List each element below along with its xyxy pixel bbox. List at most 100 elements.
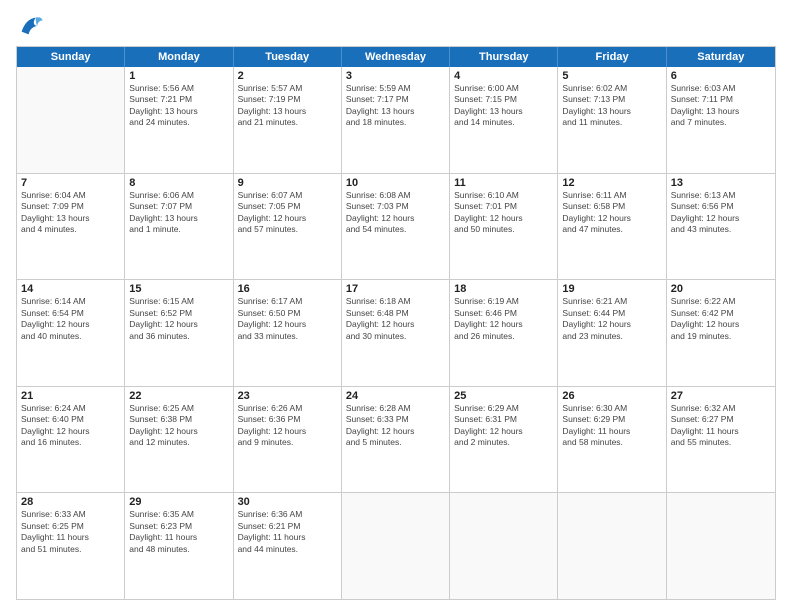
header — [16, 12, 776, 40]
calendar-cell: 28Sunrise: 6:33 AMSunset: 6:25 PMDayligh… — [17, 493, 125, 599]
calendar-body: 1Sunrise: 5:56 AMSunset: 7:21 PMDaylight… — [17, 67, 775, 599]
calendar-cell: 26Sunrise: 6:30 AMSunset: 6:29 PMDayligh… — [558, 387, 666, 493]
day-info: Sunrise: 6:32 AMSunset: 6:27 PMDaylight:… — [671, 403, 771, 449]
calendar-cell: 15Sunrise: 6:15 AMSunset: 6:52 PMDayligh… — [125, 280, 233, 386]
day-number: 7 — [21, 177, 120, 189]
calendar-cell: 3Sunrise: 5:59 AMSunset: 7:17 PMDaylight… — [342, 67, 450, 173]
calendar-cell — [558, 493, 666, 599]
day-number: 2 — [238, 70, 337, 82]
day-number: 14 — [21, 283, 120, 295]
day-number: 16 — [238, 283, 337, 295]
calendar-header-wednesday: Wednesday — [342, 47, 450, 67]
day-number: 12 — [562, 177, 661, 189]
day-number: 30 — [238, 496, 337, 508]
day-number: 17 — [346, 283, 445, 295]
calendar-cell: 11Sunrise: 6:10 AMSunset: 7:01 PMDayligh… — [450, 174, 558, 280]
day-number: 13 — [671, 177, 771, 189]
day-number: 9 — [238, 177, 337, 189]
calendar-cell: 5Sunrise: 6:02 AMSunset: 7:13 PMDaylight… — [558, 67, 666, 173]
day-number: 6 — [671, 70, 771, 82]
calendar-week-2: 14Sunrise: 6:14 AMSunset: 6:54 PMDayligh… — [17, 279, 775, 386]
calendar-cell: 17Sunrise: 6:18 AMSunset: 6:48 PMDayligh… — [342, 280, 450, 386]
calendar-cell: 4Sunrise: 6:00 AMSunset: 7:15 PMDaylight… — [450, 67, 558, 173]
calendar-cell: 13Sunrise: 6:13 AMSunset: 6:56 PMDayligh… — [667, 174, 775, 280]
calendar-cell: 18Sunrise: 6:19 AMSunset: 6:46 PMDayligh… — [450, 280, 558, 386]
day-number: 25 — [454, 390, 553, 402]
day-info: Sunrise: 5:57 AMSunset: 7:19 PMDaylight:… — [238, 83, 337, 129]
day-info: Sunrise: 6:03 AMSunset: 7:11 PMDaylight:… — [671, 83, 771, 129]
day-info: Sunrise: 6:19 AMSunset: 6:46 PMDaylight:… — [454, 296, 553, 342]
calendar-cell: 8Sunrise: 6:06 AMSunset: 7:07 PMDaylight… — [125, 174, 233, 280]
calendar-header-sunday: Sunday — [17, 47, 125, 67]
calendar-cell: 27Sunrise: 6:32 AMSunset: 6:27 PMDayligh… — [667, 387, 775, 493]
day-info: Sunrise: 6:30 AMSunset: 6:29 PMDaylight:… — [562, 403, 661, 449]
day-info: Sunrise: 5:56 AMSunset: 7:21 PMDaylight:… — [129, 83, 228, 129]
calendar-cell: 20Sunrise: 6:22 AMSunset: 6:42 PMDayligh… — [667, 280, 775, 386]
day-number: 24 — [346, 390, 445, 402]
day-number: 28 — [21, 496, 120, 508]
calendar-header-monday: Monday — [125, 47, 233, 67]
calendar-cell: 7Sunrise: 6:04 AMSunset: 7:09 PMDaylight… — [17, 174, 125, 280]
day-number: 11 — [454, 177, 553, 189]
day-info: Sunrise: 6:36 AMSunset: 6:21 PMDaylight:… — [238, 509, 337, 555]
day-info: Sunrise: 5:59 AMSunset: 7:17 PMDaylight:… — [346, 83, 445, 129]
calendar-cell — [342, 493, 450, 599]
day-number: 23 — [238, 390, 337, 402]
calendar-cell — [450, 493, 558, 599]
calendar-cell: 16Sunrise: 6:17 AMSunset: 6:50 PMDayligh… — [234, 280, 342, 386]
day-info: Sunrise: 6:14 AMSunset: 6:54 PMDaylight:… — [21, 296, 120, 342]
calendar-cell: 12Sunrise: 6:11 AMSunset: 6:58 PMDayligh… — [558, 174, 666, 280]
calendar-week-4: 28Sunrise: 6:33 AMSunset: 6:25 PMDayligh… — [17, 492, 775, 599]
day-info: Sunrise: 6:33 AMSunset: 6:25 PMDaylight:… — [21, 509, 120, 555]
day-number: 22 — [129, 390, 228, 402]
day-number: 26 — [562, 390, 661, 402]
day-info: Sunrise: 6:06 AMSunset: 7:07 PMDaylight:… — [129, 190, 228, 236]
calendar: SundayMondayTuesdayWednesdayThursdayFrid… — [16, 46, 776, 600]
day-info: Sunrise: 6:17 AMSunset: 6:50 PMDaylight:… — [238, 296, 337, 342]
day-info: Sunrise: 6:02 AMSunset: 7:13 PMDaylight:… — [562, 83, 661, 129]
day-number: 1 — [129, 70, 228, 82]
day-number: 3 — [346, 70, 445, 82]
calendar-cell: 25Sunrise: 6:29 AMSunset: 6:31 PMDayligh… — [450, 387, 558, 493]
calendar-header-tuesday: Tuesday — [234, 47, 342, 67]
day-number: 19 — [562, 283, 661, 295]
calendar-cell: 2Sunrise: 5:57 AMSunset: 7:19 PMDaylight… — [234, 67, 342, 173]
calendar-header-thursday: Thursday — [450, 47, 558, 67]
calendar-week-3: 21Sunrise: 6:24 AMSunset: 6:40 PMDayligh… — [17, 386, 775, 493]
day-number: 27 — [671, 390, 771, 402]
day-info: Sunrise: 6:15 AMSunset: 6:52 PMDaylight:… — [129, 296, 228, 342]
day-info: Sunrise: 6:08 AMSunset: 7:03 PMDaylight:… — [346, 190, 445, 236]
calendar-cell — [17, 67, 125, 173]
day-info: Sunrise: 6:21 AMSunset: 6:44 PMDaylight:… — [562, 296, 661, 342]
day-info: Sunrise: 6:04 AMSunset: 7:09 PMDaylight:… — [21, 190, 120, 236]
calendar-header-friday: Friday — [558, 47, 666, 67]
calendar-cell: 1Sunrise: 5:56 AMSunset: 7:21 PMDaylight… — [125, 67, 233, 173]
calendar-week-1: 7Sunrise: 6:04 AMSunset: 7:09 PMDaylight… — [17, 173, 775, 280]
calendar-cell: 21Sunrise: 6:24 AMSunset: 6:40 PMDayligh… — [17, 387, 125, 493]
day-number: 10 — [346, 177, 445, 189]
day-info: Sunrise: 6:26 AMSunset: 6:36 PMDaylight:… — [238, 403, 337, 449]
calendar-cell: 6Sunrise: 6:03 AMSunset: 7:11 PMDaylight… — [667, 67, 775, 173]
calendar-cell: 24Sunrise: 6:28 AMSunset: 6:33 PMDayligh… — [342, 387, 450, 493]
calendar-cell: 22Sunrise: 6:25 AMSunset: 6:38 PMDayligh… — [125, 387, 233, 493]
logo — [16, 12, 48, 40]
calendar-cell: 19Sunrise: 6:21 AMSunset: 6:44 PMDayligh… — [558, 280, 666, 386]
calendar-cell: 29Sunrise: 6:35 AMSunset: 6:23 PMDayligh… — [125, 493, 233, 599]
day-number: 29 — [129, 496, 228, 508]
day-info: Sunrise: 6:29 AMSunset: 6:31 PMDaylight:… — [454, 403, 553, 449]
day-number: 15 — [129, 283, 228, 295]
calendar-cell: 30Sunrise: 6:36 AMSunset: 6:21 PMDayligh… — [234, 493, 342, 599]
calendar-cell: 23Sunrise: 6:26 AMSunset: 6:36 PMDayligh… — [234, 387, 342, 493]
calendar-cell — [667, 493, 775, 599]
calendar-cell: 14Sunrise: 6:14 AMSunset: 6:54 PMDayligh… — [17, 280, 125, 386]
day-info: Sunrise: 6:13 AMSunset: 6:56 PMDaylight:… — [671, 190, 771, 236]
day-info: Sunrise: 6:24 AMSunset: 6:40 PMDaylight:… — [21, 403, 120, 449]
day-info: Sunrise: 6:00 AMSunset: 7:15 PMDaylight:… — [454, 83, 553, 129]
calendar-cell: 10Sunrise: 6:08 AMSunset: 7:03 PMDayligh… — [342, 174, 450, 280]
day-info: Sunrise: 6:18 AMSunset: 6:48 PMDaylight:… — [346, 296, 445, 342]
page: SundayMondayTuesdayWednesdayThursdayFrid… — [0, 0, 792, 612]
day-info: Sunrise: 6:07 AMSunset: 7:05 PMDaylight:… — [238, 190, 337, 236]
day-info: Sunrise: 6:28 AMSunset: 6:33 PMDaylight:… — [346, 403, 445, 449]
day-info: Sunrise: 6:22 AMSunset: 6:42 PMDaylight:… — [671, 296, 771, 342]
day-info: Sunrise: 6:35 AMSunset: 6:23 PMDaylight:… — [129, 509, 228, 555]
